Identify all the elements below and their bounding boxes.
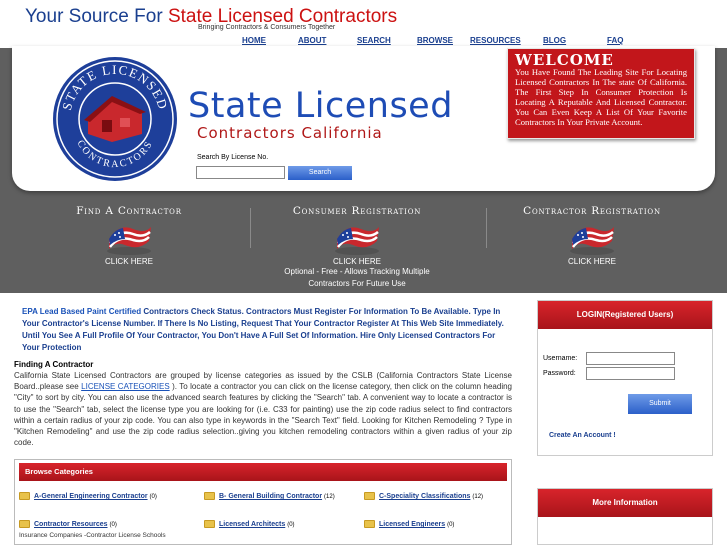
more-info-panel: More Information (537, 488, 713, 545)
site-tagline: Bringing Contractors & Consumers Togethe… (198, 24, 336, 31)
contractor-registration-column: Contractor Registration CLICK HERE (477, 205, 707, 266)
us-flag-icon[interactable] (331, 221, 383, 257)
category-item: Licensed Architects (0) (204, 520, 295, 528)
license-number-input[interactable] (196, 166, 285, 179)
site-header: Your Source For State Licensed Contracto… (0, 0, 727, 36)
folder-icon (364, 492, 375, 500)
category-count: (0) (149, 493, 157, 500)
category-link[interactable]: Licensed Architects (219, 521, 285, 528)
category-link[interactable]: Contractor Resources (34, 521, 108, 528)
house-seal-icon: STATE LICENSED CONTRACTORS (53, 57, 177, 181)
username-input[interactable] (586, 352, 675, 365)
category-count: (0) (447, 521, 455, 528)
category-item: A-General Engineering Contractor (0) (19, 492, 157, 500)
category-subtext: Insurance Companies -Contractor License … (19, 532, 166, 539)
nav-faq[interactable]: FAQ (607, 36, 623, 45)
us-flag-icon[interactable] (103, 221, 155, 257)
password-input[interactable] (586, 367, 675, 380)
category-count: (0) (287, 521, 295, 528)
login-submit-button[interactable]: Submit (628, 394, 692, 414)
password-label: Password: (543, 370, 576, 377)
contractor-registration-heading: Contractor Registration (523, 205, 661, 217)
hero-title: State Licensed (188, 86, 453, 126)
browse-categories-panel: Browse Categories A-General Engineering … (14, 459, 512, 545)
login-panel: LOGIN(Registered Users) Username: Passwo… (537, 300, 713, 456)
intro-notice: EPA Lead Based Paint Certified Contracto… (22, 306, 512, 354)
find-contractor-link[interactable]: CLICK HERE (14, 257, 244, 266)
create-account-link[interactable]: Create An Account ! (549, 432, 616, 439)
category-count: (0) (109, 521, 117, 528)
nav-about[interactable]: ABOUT (298, 36, 326, 45)
epa-link[interactable]: EPA Lead Based Paint Certified (22, 307, 141, 316)
finding-text: California State Licensed Contractors ar… (14, 370, 512, 448)
nav-search[interactable]: SEARCH (357, 36, 391, 45)
license-search-button[interactable]: Search (288, 166, 352, 180)
license-search-label: Search By License No. (197, 154, 269, 161)
find-contractor-column: Find A Contractor CLICK HERE (14, 205, 244, 266)
find-contractor-heading: Find A Contractor (76, 205, 182, 217)
finding-text-after: ). To locate a contractor you can click … (14, 382, 512, 448)
folder-icon (19, 492, 30, 500)
category-link[interactable]: C-Speciality Classifications (379, 493, 470, 500)
category-link[interactable]: B- General Building Contractor (219, 493, 322, 500)
welcome-heading: WELCOME (515, 51, 614, 69)
brand-prefix: Your Source For (25, 6, 168, 27)
contractor-registration-link[interactable]: CLICK HERE (477, 257, 707, 266)
consumer-registration-link[interactable]: CLICK HERE (242, 257, 472, 266)
category-link[interactable]: Licensed Engineers (379, 521, 445, 528)
license-categories-link[interactable]: LICENSE CATEGORIES (81, 382, 170, 391)
more-info-heading: More Information (538, 489, 712, 517)
category-count: (12) (472, 493, 484, 500)
hero-subtitle: Contractors California (197, 124, 383, 142)
category-item: Licensed Engineers (0) (364, 520, 454, 528)
browse-categories-heading: Browse Categories (19, 463, 507, 481)
category-item: Contractor Resources (0) (19, 520, 117, 528)
folder-icon (19, 520, 30, 528)
consumer-registration-column: Consumer Registration CLICK HERE Optiona… (242, 205, 472, 290)
nav-resources[interactable]: RESOURCES (470, 36, 521, 45)
category-item: C-Speciality Classifications (12) (364, 492, 483, 500)
welcome-box: WELCOME You Have Found The Leading Site … (507, 48, 695, 139)
welcome-text: You Have Found The Leading Site For Loca… (515, 67, 687, 127)
finding-heading: Finding A Contractor (14, 360, 94, 369)
consumer-registration-heading: Consumer Registration (292, 205, 422, 217)
nav-blog[interactable]: BLOG (543, 36, 566, 45)
nav-home[interactable]: HOME (242, 36, 266, 45)
category-link[interactable]: A-General Engineering Contractor (34, 493, 148, 500)
nav-browse[interactable]: BROWSE (417, 36, 453, 45)
category-item: B- General Building Contractor (12) (204, 492, 335, 500)
category-count: (12) (324, 493, 335, 500)
folder-icon (364, 520, 375, 528)
login-heading: LOGIN(Registered Users) (538, 301, 712, 329)
folder-icon (204, 492, 215, 500)
us-flag-icon[interactable] (566, 221, 618, 257)
consumer-registration-note: Optional - Free - Allows Tracking Multip… (284, 267, 430, 288)
username-label: Username: (543, 355, 578, 362)
folder-icon (204, 520, 215, 528)
